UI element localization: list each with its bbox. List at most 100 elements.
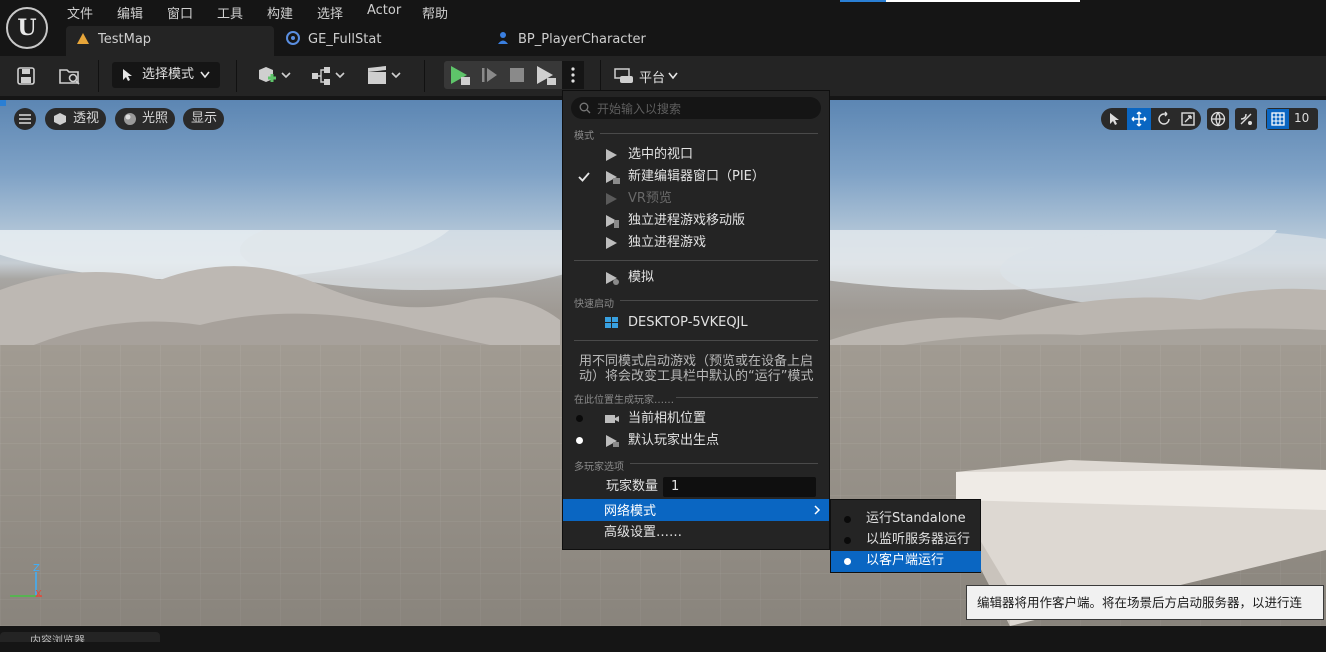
tab-bp-playercharacter[interactable]: BP_PlayerCharacter	[486, 26, 706, 56]
translate-button[interactable]	[1127, 108, 1151, 130]
more-options-icon	[571, 67, 575, 83]
search-placeholder: 开始输入以搜索	[597, 102, 682, 116]
unreal-logo-icon[interactable]: U	[6, 7, 48, 49]
play-icon[interactable]	[448, 64, 472, 86]
cinematics-icon[interactable]	[366, 64, 404, 88]
browse-icon[interactable]	[58, 65, 82, 87]
toolbar-separator	[236, 60, 237, 92]
platforms-button[interactable]: 平台	[612, 66, 682, 86]
mode-label: 选中的视口	[628, 147, 694, 162]
menu-window[interactable]: 窗口	[167, 3, 193, 22]
menu-file[interactable]: 文件	[67, 3, 93, 22]
rotate-icon[interactable]	[1156, 111, 1172, 127]
net-mode-item[interactable]: 网络模式	[563, 499, 829, 521]
axis-gizmo	[10, 572, 42, 597]
show-button[interactable]: 显示	[183, 108, 224, 130]
radio-camera-location[interactable]	[576, 415, 583, 422]
mode-label: 独立进程游戏	[628, 235, 707, 250]
radio-listen-server[interactable]	[844, 537, 851, 544]
surface-snap-button[interactable]	[1235, 108, 1257, 130]
advanced-settings-item[interactable]: 高级设置……	[604, 523, 682, 543]
spawn-label: 当前相机位置	[628, 411, 707, 426]
vr-icon	[606, 193, 617, 205]
submenu-listen-server[interactable]: 以监听服务器运行	[866, 530, 970, 550]
stop-icon[interactable]	[508, 67, 526, 83]
select-arrow-icon[interactable]	[1106, 111, 1122, 127]
scale-icon[interactable]	[1180, 111, 1196, 127]
advance-frame-icon[interactable]	[480, 66, 500, 84]
section-rule	[574, 260, 818, 261]
player-count-input[interactable]: 1	[663, 477, 816, 497]
play-options-button[interactable]	[562, 61, 584, 89]
section-rule	[676, 397, 818, 398]
mode-standalone-game[interactable]: 独立进程游戏	[604, 233, 824, 253]
spawn-camera-location[interactable]: 当前相机位置	[604, 409, 824, 429]
radio-standalone[interactable]	[844, 516, 851, 523]
pie-window-icon	[606, 171, 620, 184]
section-rule	[600, 133, 818, 134]
viewport-options-button[interactable]	[14, 108, 36, 130]
blueprints-icon[interactable]	[310, 64, 348, 88]
chevron-right-icon	[814, 505, 821, 515]
section-spawn: 在此位置生成玩家……	[574, 395, 674, 406]
select-mode-icon	[123, 69, 132, 81]
eject-icon[interactable]	[534, 64, 558, 86]
net-mode-label: 网络模式	[604, 504, 657, 519]
grid-snap-toggle[interactable]	[1267, 109, 1289, 129]
axis-z-label: Z	[33, 563, 40, 574]
content-browser-label: 内容浏览器	[30, 634, 85, 642]
grid-icon	[1271, 112, 1285, 126]
lit-sphere-icon	[124, 113, 136, 125]
mode-new-editor-window[interactable]: 新建编辑器窗口（PIE）	[604, 167, 824, 187]
menu-edit[interactable]: 编辑	[117, 3, 143, 22]
world-local-button[interactable]	[1207, 108, 1229, 130]
camera-icon	[605, 415, 619, 423]
save-icon[interactable]	[16, 66, 36, 86]
platforms-label: 平台	[639, 71, 666, 86]
submenu-run-standalone[interactable]: 运行Standalone	[866, 509, 966, 529]
perspective-button[interactable]: 透视	[45, 108, 106, 130]
chevron-down-icon	[200, 71, 210, 79]
select-mode-button[interactable]: 选择模式	[112, 62, 220, 88]
menu-help[interactable]: 帮助	[422, 3, 448, 22]
menu-select[interactable]: 选择	[317, 3, 343, 22]
mode-standalone-mobile[interactable]: 独立进程游戏移动版	[604, 211, 824, 231]
tab-label: GE_FullStat	[308, 32, 382, 47]
bottom-bar	[0, 626, 1326, 642]
content-browser-tab[interactable]: 内容浏览器	[0, 632, 160, 642]
perspective-label: 透视	[73, 111, 100, 126]
lit-button[interactable]: 光照	[115, 108, 175, 130]
submenu-run-as-client[interactable]: 以客户端运行	[866, 551, 944, 571]
tab-ge-fullstat[interactable]: GE_FullStat	[276, 26, 476, 56]
section-modes: 模式	[574, 131, 594, 142]
tab-testmap[interactable]: TestMap	[66, 26, 274, 56]
device-desktop[interactable]: DESKTOP-5VKEQJL	[604, 313, 824, 333]
windows-icon	[605, 317, 618, 328]
spawn-default-player-start[interactable]: 默认玩家出生点	[604, 431, 824, 451]
simulate-item[interactable]: 模拟	[604, 268, 824, 288]
tab-label: BP_PlayerCharacter	[518, 32, 646, 47]
mode-selected-viewport[interactable]: 选中的视口	[604, 145, 824, 165]
search-icon	[579, 102, 591, 114]
section-quick-launch: 快速启动	[574, 299, 614, 310]
radio-default-player-start[interactable]	[576, 437, 583, 444]
mode-vr-preview: VR预览	[604, 189, 824, 209]
menu-search-input[interactable]: 开始输入以搜索	[571, 97, 821, 119]
gameplay-effect-icon	[286, 31, 300, 45]
grid-snap-value[interactable]: 10	[1294, 111, 1309, 125]
mode-label: 独立进程游戏移动版	[628, 213, 746, 228]
globe-icon	[1210, 111, 1226, 127]
mobile-game-icon	[606, 215, 619, 228]
radio-client[interactable]	[844, 558, 851, 565]
show-label: 显示	[191, 111, 218, 126]
mode-label: VR预览	[628, 191, 672, 206]
axis-x-label: X	[35, 589, 42, 600]
move-icon	[1131, 111, 1147, 127]
standalone-icon	[606, 237, 617, 249]
menu-build[interactable]: 构建	[267, 3, 293, 22]
menu-tools[interactable]: 工具	[217, 3, 243, 22]
add-actor-icon[interactable]	[256, 64, 294, 88]
menu-actor[interactable]: Actor	[367, 3, 401, 21]
device-label: DESKTOP-5VKEQJL	[628, 315, 748, 330]
section-rule	[630, 463, 818, 464]
